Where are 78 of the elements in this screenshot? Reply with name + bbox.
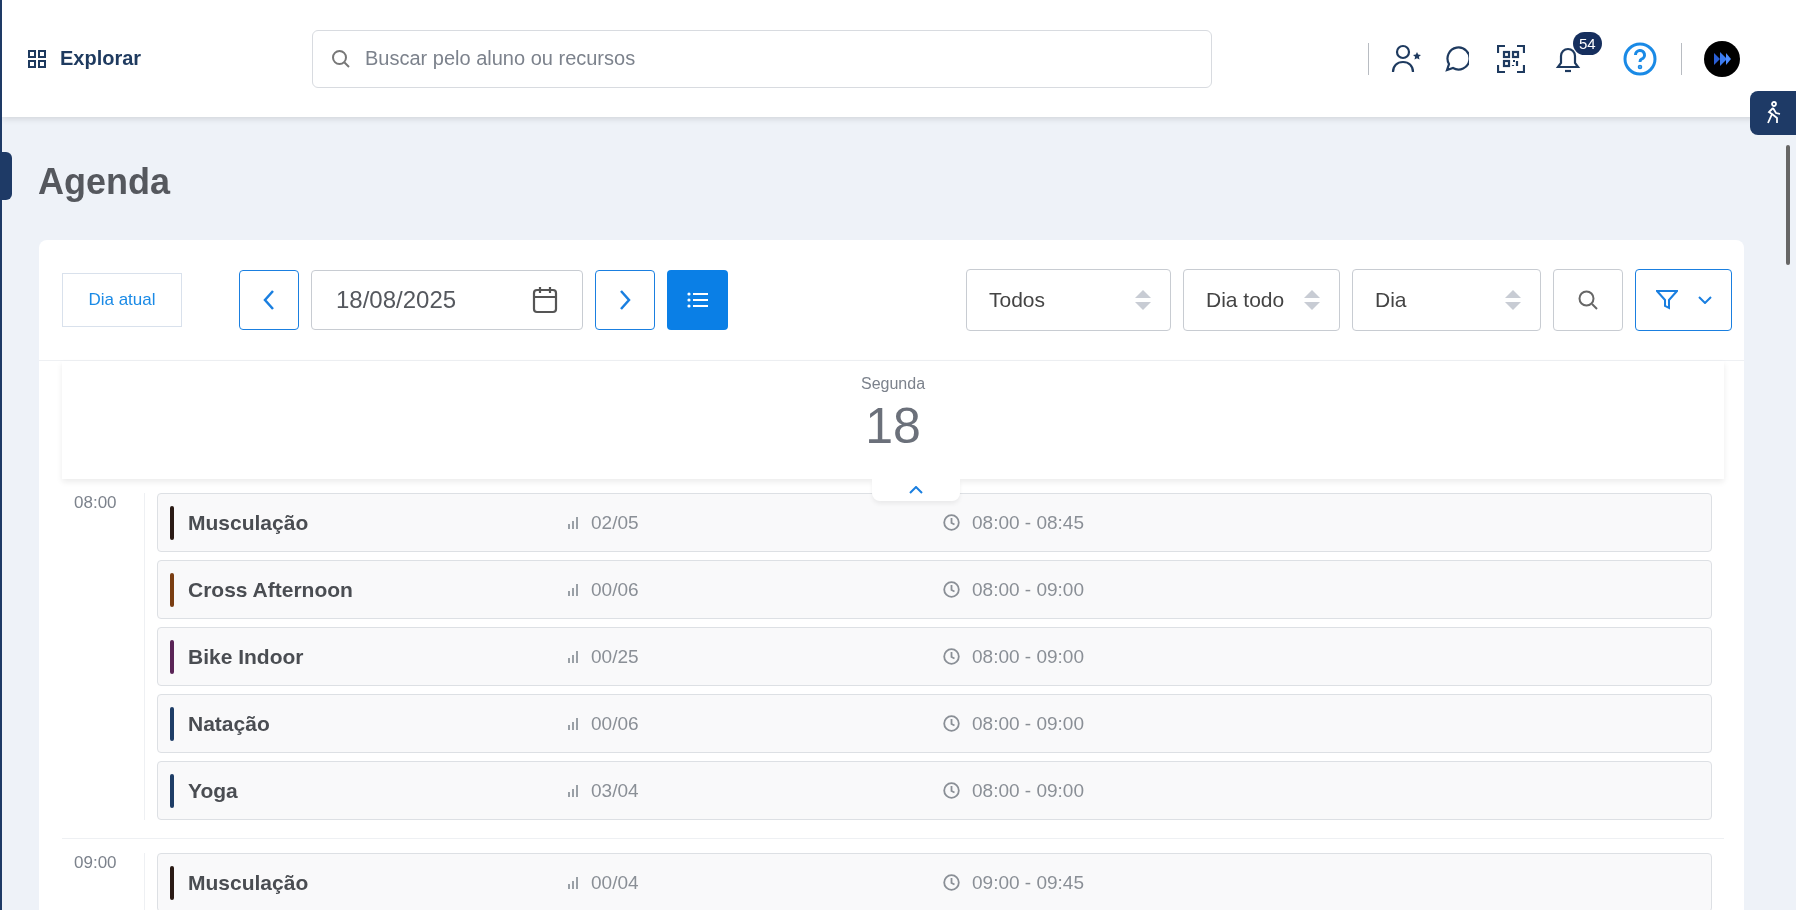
page-title: Agenda bbox=[38, 161, 172, 204]
occupancy-text: 00/25 bbox=[591, 645, 639, 668]
bars-icon bbox=[568, 876, 579, 889]
time-range: 08:00 - 09:00 bbox=[972, 712, 1084, 735]
class-row[interactable]: Natação 00/06 08:00 - 09:00 bbox=[157, 694, 1712, 753]
class-name: Bike Indoor bbox=[188, 644, 305, 669]
avatar[interactable] bbox=[1704, 40, 1740, 77]
chat-icon[interactable] bbox=[1443, 44, 1469, 73]
class-name: Musculação bbox=[188, 510, 310, 535]
class-name: Yoga bbox=[188, 778, 239, 803]
previous-button[interactable] bbox=[239, 270, 299, 330]
accessibility-icon bbox=[1764, 101, 1782, 125]
chevron-right-icon bbox=[618, 289, 632, 311]
calendar-icon bbox=[532, 286, 558, 314]
bars-icon bbox=[568, 784, 579, 797]
notification-badge: 54 bbox=[1573, 31, 1602, 55]
explore-label[interactable]: Explorar bbox=[60, 47, 142, 70]
search-icon bbox=[331, 48, 351, 69]
occupancy-text: 00/06 bbox=[591, 712, 639, 735]
occupancy-text: 00/06 bbox=[591, 578, 639, 601]
sort-arrows-icon bbox=[1504, 289, 1522, 311]
help-icon[interactable] bbox=[1623, 41, 1657, 76]
time-range: 08:00 - 09:00 bbox=[972, 645, 1084, 668]
today-button[interactable]: Dia atual bbox=[62, 273, 182, 327]
search-bar[interactable]: Buscar pelo aluno ou recursos bbox=[312, 29, 1212, 88]
search-button[interactable] bbox=[1553, 269, 1623, 331]
class-row[interactable]: Yoga 03/04 08:00 - 09:00 bbox=[157, 761, 1712, 820]
grid-icon bbox=[28, 49, 46, 68]
bars-icon bbox=[568, 583, 579, 596]
occupancy-text: 03/04 bbox=[591, 779, 639, 802]
search-input[interactable]: Buscar pelo aluno ou recursos bbox=[363, 46, 1193, 71]
select-field[interactable]: Dia todo bbox=[1183, 269, 1340, 331]
weekday-label: Segunda bbox=[860, 375, 926, 393]
class-row[interactable]: Bike Indoor 00/25 08:00 - 09:00 bbox=[157, 627, 1712, 686]
class-name: Cross Afternoon bbox=[188, 577, 354, 602]
accessibility-button[interactable] bbox=[1750, 91, 1796, 135]
clock-icon bbox=[943, 874, 960, 891]
class-name: Natação bbox=[188, 711, 271, 736]
clock-icon bbox=[943, 715, 960, 732]
search-icon bbox=[1577, 289, 1599, 311]
filter-icon bbox=[1655, 290, 1678, 310]
select-field[interactable]: Dia bbox=[1352, 269, 1541, 331]
time-label: 08:00 bbox=[74, 493, 117, 512]
clock-icon bbox=[943, 782, 960, 799]
occupancy-text: 00/04 bbox=[591, 871, 639, 894]
clock-icon bbox=[943, 514, 960, 531]
day-number: 18 bbox=[865, 397, 921, 455]
class-row[interactable]: Musculação 02/05 08:00 - 08:45 bbox=[157, 493, 1712, 552]
list-icon bbox=[686, 292, 709, 308]
class-row[interactable]: Cross Afternoon 00/06 08:00 - 09:00 bbox=[157, 560, 1712, 619]
bars-icon bbox=[568, 717, 579, 730]
chevron-left-icon bbox=[262, 289, 276, 311]
next-button[interactable] bbox=[595, 270, 655, 330]
time-label: 09:00 bbox=[74, 853, 117, 872]
caret-icon bbox=[1697, 296, 1712, 304]
list-view-button[interactable] bbox=[667, 270, 728, 330]
sort-arrows-icon bbox=[1303, 289, 1321, 311]
date-field[interactable]: 18/08/2025 bbox=[311, 270, 583, 330]
side-tab[interactable] bbox=[2, 152, 12, 200]
select-field[interactable]: Todos bbox=[966, 269, 1171, 331]
explore-menu[interactable]: Explorar bbox=[28, 47, 312, 70]
class-row[interactable]: Musculação 00/04 09:00 - 09:45 bbox=[157, 853, 1712, 910]
class-name: Musculação bbox=[188, 870, 310, 895]
qr-code-icon[interactable] bbox=[1497, 44, 1525, 73]
clock-icon bbox=[943, 581, 960, 598]
filter-button[interactable] bbox=[1635, 269, 1732, 331]
user-star-icon[interactable] bbox=[1391, 43, 1423, 74]
occupancy-text: 02/05 bbox=[591, 511, 639, 534]
bars-icon bbox=[568, 516, 579, 529]
time-range: 08:00 - 09:00 bbox=[972, 779, 1084, 802]
scrollbar[interactable] bbox=[1786, 145, 1790, 265]
time-range: 08:00 - 09:00 bbox=[972, 578, 1084, 601]
bars-icon bbox=[568, 650, 579, 663]
clock-icon bbox=[943, 648, 960, 665]
time-range: 08:00 - 08:45 bbox=[972, 511, 1084, 534]
time-range: 09:00 - 09:45 bbox=[972, 871, 1084, 894]
sort-arrows-icon bbox=[1134, 289, 1152, 311]
chevron-up-icon bbox=[909, 486, 923, 494]
